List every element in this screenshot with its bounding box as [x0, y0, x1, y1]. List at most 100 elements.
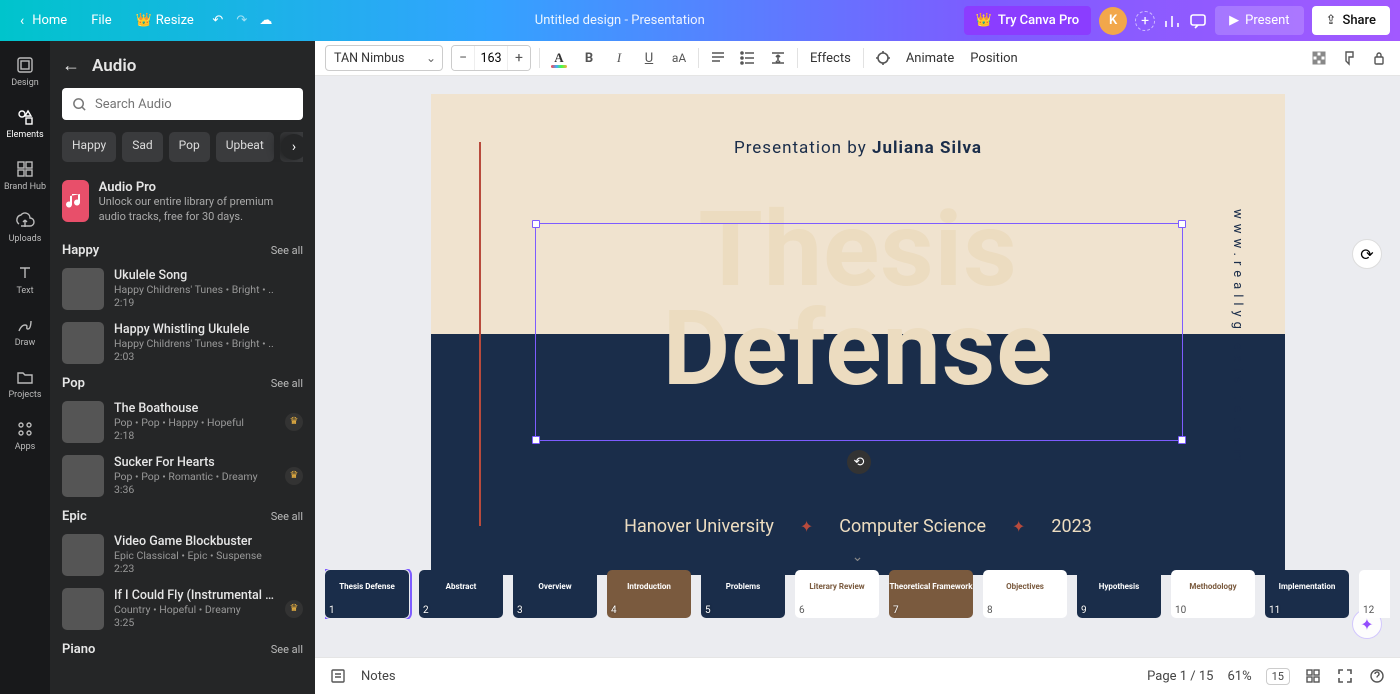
slide-thumb[interactable]: Result12 [1359, 570, 1390, 618]
slide-thumb[interactable]: Literary Review6 [795, 570, 879, 618]
lock-button[interactable] [1368, 47, 1390, 69]
try-pro-button[interactable]: 👑Try Canva Pro [964, 6, 1091, 35]
analytics-icon[interactable] [1163, 12, 1181, 30]
page-indicator[interactable]: Page 1 / 15 [1147, 669, 1213, 684]
resize-handle[interactable] [1178, 436, 1186, 444]
audio-track[interactable]: The Boathouse Pop • Pop • Happy • Hopefu… [62, 401, 303, 443]
regenerate-button[interactable]: ⟳ [1352, 239, 1382, 269]
spacing-button[interactable] [767, 47, 789, 69]
redo-button[interactable]: ↷ [232, 12, 252, 30]
byline[interactable]: Presentation by Juliana Silva [431, 138, 1285, 158]
audio-track[interactable]: Ukulele Song Happy Childrens' Tunes • Br… [62, 268, 303, 310]
file-menu[interactable]: File [81, 7, 121, 34]
slide-thumb[interactable]: Theoretical Framework7 [889, 570, 973, 618]
rotate-handle[interactable]: ⟲ [847, 450, 871, 474]
audio-track[interactable]: Video Game Blockbuster Epic Classical • … [62, 534, 303, 576]
copy-style-button[interactable] [1338, 47, 1360, 69]
duration-badge[interactable]: 15 [1266, 668, 1290, 685]
see-all-link[interactable]: See all [271, 377, 303, 390]
animate-button[interactable]: Animate [902, 51, 958, 66]
crown-icon: 👑 [976, 13, 992, 28]
avatar[interactable]: K [1099, 7, 1127, 35]
slide-thumb[interactable]: Overview3 [513, 570, 597, 618]
audio-track[interactable]: If I Could Fly (Instrumental Versio... C… [62, 588, 303, 630]
audio-track[interactable]: Happy Whistling Ukulele Happy Childrens'… [62, 322, 303, 364]
font-select[interactable]: TAN Nimbus [325, 45, 443, 71]
slide-thumb[interactable]: Methodology10 [1171, 570, 1255, 618]
slide-thumb[interactable]: Thesis Defense1 [325, 570, 409, 618]
font-size-input[interactable] [474, 46, 508, 70]
footer-department: Computer Science [839, 516, 986, 537]
audio-pro-promo[interactable]: Audio Pro Unlock our entire library of p… [62, 180, 303, 225]
track-title: Sucker For Hearts [114, 455, 275, 470]
grid-view-icon[interactable] [1304, 667, 1322, 685]
slide-thumb[interactable]: Implementation11 [1265, 570, 1349, 618]
add-member-button[interactable]: + [1135, 11, 1155, 31]
thumb-number: 5 [705, 605, 711, 616]
chip-happy[interactable]: Happy [62, 132, 116, 162]
chip-next-button[interactable]: › [281, 134, 303, 160]
vertical-url[interactable]: www.reallygreatsite.com [1230, 209, 1245, 466]
bold-button[interactable]: B [578, 47, 600, 69]
divider [539, 48, 540, 68]
text-color-button[interactable]: A [548, 47, 570, 69]
rail-design[interactable]: Design [0, 45, 50, 97]
resize-handle[interactable] [532, 220, 540, 228]
track-thumbnail [62, 401, 104, 443]
see-all-link[interactable]: See all [271, 510, 303, 523]
notes-button[interactable]: Notes [361, 669, 396, 684]
font-size-decrease[interactable]: − [452, 46, 474, 70]
slide-footer[interactable]: Hanover University ✦ Computer Science ✦ … [431, 516, 1285, 537]
thumb-label: Overview [513, 582, 597, 591]
rail-text[interactable]: Text [0, 253, 50, 305]
slide-thumb[interactable]: Introduction4 [607, 570, 691, 618]
zoom-level[interactable]: 61% [1227, 669, 1251, 684]
see-all-link[interactable]: See all [271, 244, 303, 257]
undo-button[interactable]: ↶ [208, 12, 228, 30]
divider [863, 48, 864, 68]
rail-apps[interactable]: Apps [0, 409, 50, 461]
rail-brand-hub[interactable]: Brand Hub [0, 149, 50, 201]
italic-button[interactable]: I [608, 47, 630, 69]
fullscreen-icon[interactable] [1336, 667, 1354, 685]
slide-thumb[interactable]: Problems5 [701, 570, 785, 618]
effects-button[interactable]: Effects [806, 51, 855, 66]
slide[interactable]: Presentation by Juliana Silva www.really… [431, 94, 1285, 575]
resize-button[interactable]: 👑Resize [126, 7, 204, 34]
font-size-increase[interactable]: + [508, 46, 530, 70]
present-button[interactable]: ▶Present [1215, 6, 1303, 35]
list-button[interactable] [737, 47, 759, 69]
panel-back-button[interactable]: ← [62, 55, 80, 76]
chip-pop[interactable]: Pop [169, 132, 210, 162]
thumb-number: 7 [893, 605, 899, 616]
collapse-thumbs-button[interactable]: ⌄ [852, 549, 864, 565]
help-icon[interactable] [1368, 667, 1386, 685]
rail-draw[interactable]: Draw [0, 305, 50, 357]
cloud-sync-icon[interactable]: ☁ [256, 12, 276, 30]
selection-box[interactable]: ⟲ [535, 223, 1183, 441]
resize-handle[interactable] [532, 436, 540, 444]
comments-icon[interactable] [1189, 12, 1207, 30]
audio-track[interactable]: Sucker For Hearts Pop • Pop • Romantic •… [62, 455, 303, 497]
document-title[interactable]: Untitled design - Presentation [276, 13, 964, 28]
rail-projects[interactable]: Projects [0, 357, 50, 409]
back-button[interactable]: ‹Home [10, 7, 77, 35]
resize-handle[interactable] [1178, 220, 1186, 228]
chip-upbeat[interactable]: Upbeat [216, 132, 274, 162]
see-all-link[interactable]: See all [271, 643, 303, 656]
search-input[interactable] [95, 97, 293, 112]
rail-uploads[interactable]: Uploads [0, 201, 50, 253]
align-button[interactable] [707, 47, 729, 69]
share-button[interactable]: ⇪Share [1312, 6, 1390, 35]
text-case-button[interactable]: aA [668, 47, 690, 69]
rail-elements[interactable]: Elements [0, 97, 50, 149]
underline-button[interactable]: U [638, 47, 660, 69]
chip-sad[interactable]: Sad [122, 132, 162, 162]
slide-thumb[interactable]: Hypothesis9 [1077, 570, 1161, 618]
slide-thumb[interactable]: Abstract2 [419, 570, 503, 618]
position-button[interactable]: Position [966, 51, 1021, 66]
canvas-area[interactable]: Presentation by Juliana Silva www.really… [315, 76, 1400, 657]
slide-thumb[interactable]: Objectives8 [983, 570, 1067, 618]
thumb-number: 6 [799, 605, 805, 616]
transparency-button[interactable] [1308, 47, 1330, 69]
